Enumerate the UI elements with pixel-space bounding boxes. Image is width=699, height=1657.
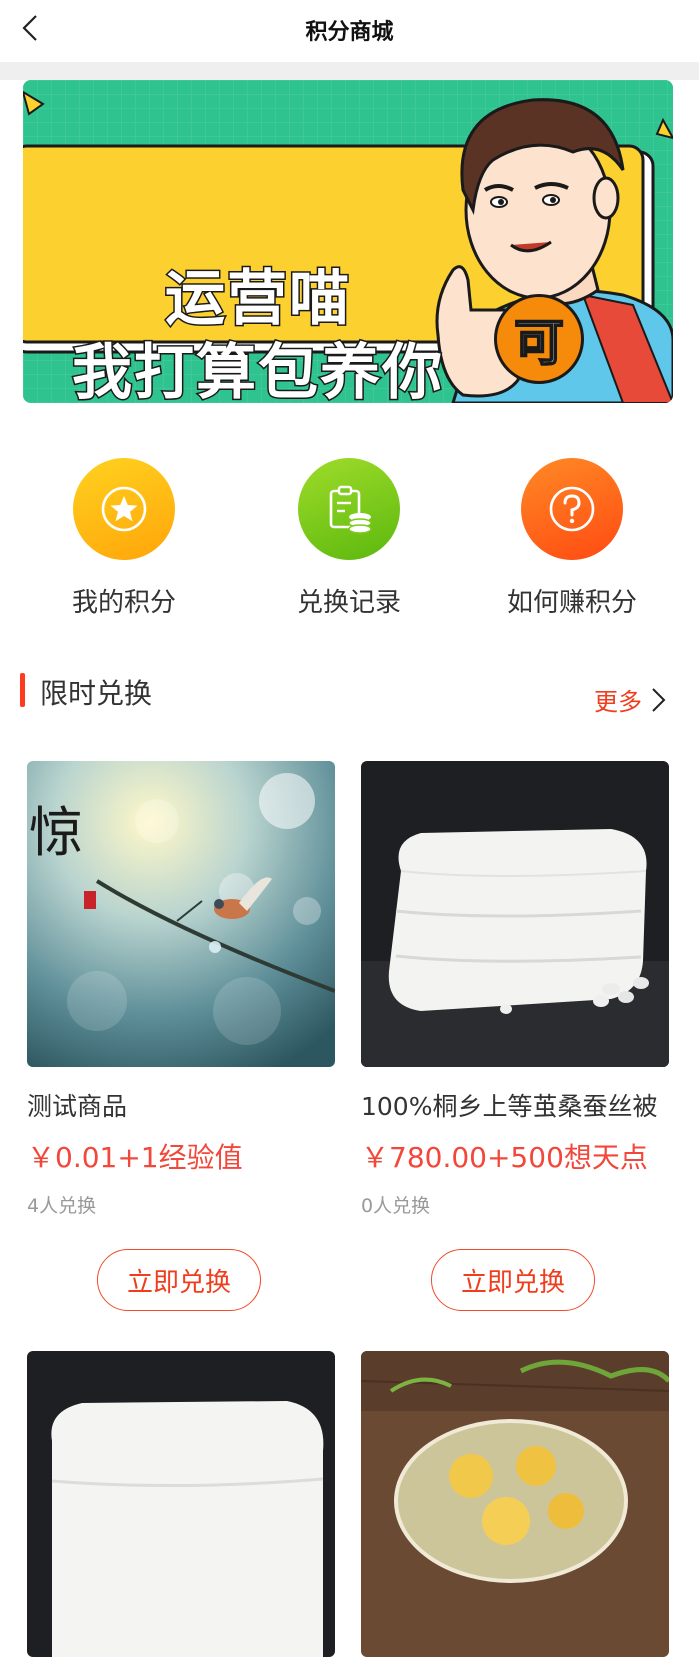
product-card[interactable] [361,1351,669,1657]
nav-header: 积分商城 [0,0,699,62]
product-image[interactable] [361,1351,669,1657]
product-card[interactable]: 100%桐乡上等茧桑蚕丝被 ￥780.00+500想天点 0人兑换 立即兑换 [361,761,669,1311]
banner-badge: 可 [494,294,584,384]
page-title: 积分商城 [305,20,394,45]
header-divider [0,62,699,80]
how-to-earn-icon-circle [521,458,623,560]
entry-exchange-records[interactable]: 兑换记录 [259,458,439,619]
chevron-right-icon [652,687,666,712]
entry-my-points[interactable]: 我的积分 [34,458,214,619]
product-card[interactable] [27,1351,335,1657]
entry-label: 如何赚积分 [506,588,637,618]
exchange-count: 0人兑换 [361,1195,431,1217]
record-coins-icon [329,485,372,534]
product-price: ￥780.00+500想天点 [361,1141,648,1174]
section-accent-bar [20,673,25,707]
my-points-icon-circle [73,458,175,560]
product-name: 测试商品 [27,1092,128,1121]
product-price: ￥0.01+1经验值 [27,1141,243,1174]
entry-label: 兑换记录 [296,588,401,618]
product-card[interactable]: 惊 测试商品 ￥0.01+1经验值 4人兑换 立即兑换 [27,761,335,1311]
product-image[interactable]: 惊 [27,761,335,1067]
more-label: 更多 [594,688,642,716]
exchange-button[interactable]: 立即兑换 [431,1249,595,1311]
star-icon [101,486,147,532]
product-image[interactable] [27,1351,335,1657]
entry-how-to-earn[interactable]: 如何赚积分 [482,458,662,619]
banner-headline-2: 我打算包养你 [71,337,444,404]
entry-label: 我的积分 [71,588,176,618]
exchange-count: 4人兑换 [27,1195,97,1217]
promo-banner[interactable]: 运营喵 我打算包养你 可 [23,80,673,403]
quick-entries: 我的积分 兑换记录 如何赚积分 [0,458,699,618]
question-icon [549,486,595,532]
product-image[interactable] [361,761,669,1067]
product-name: 100%桐乡上等茧桑蚕丝被 [361,1092,658,1121]
svg-text:惊: 惊 [29,801,83,864]
exchange-button[interactable]: 立即兑换 [97,1249,261,1311]
more-link[interactable]: 更多 [594,682,666,717]
records-icon-circle [298,458,400,560]
section-title: 限时兑换 [40,677,153,710]
